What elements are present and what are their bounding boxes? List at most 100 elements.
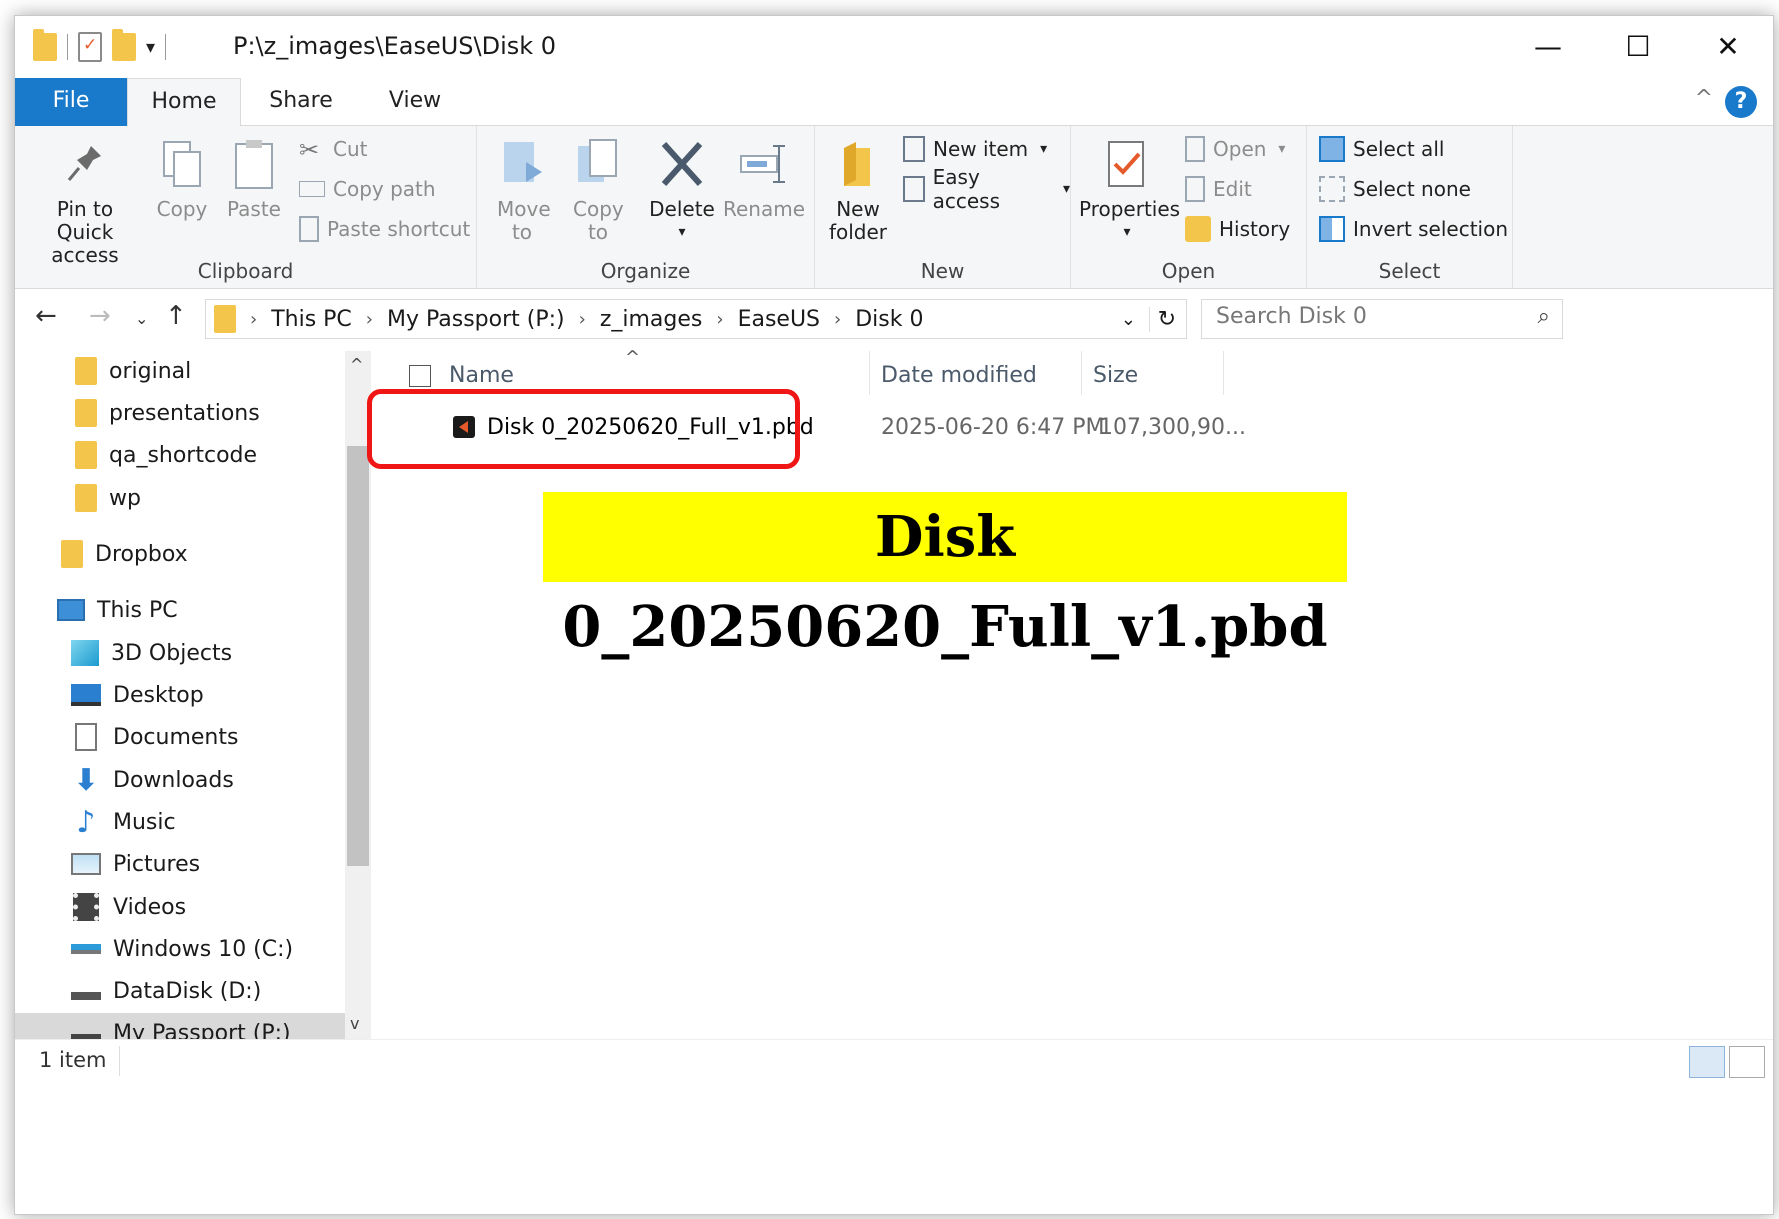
copy-button[interactable]: Copy — [149, 138, 215, 221]
open-group: Properties ▾ Open ▾ Edit History Open — [1071, 126, 1307, 289]
nav-item-music[interactable]: ♪ Music — [71, 802, 175, 842]
scrollbar-thumb[interactable] — [347, 446, 369, 866]
select-all-button[interactable]: Select all — [1319, 134, 1444, 164]
search-input[interactable]: Search Disk 0 ⌕ — [1201, 299, 1563, 339]
ribbon: Pin to Quick access Copy Paste ✂ Cut Cop… — [15, 126, 1773, 289]
column-header-size[interactable]: Size — [1093, 363, 1138, 388]
refresh-icon[interactable]: ↻ — [1148, 306, 1176, 332]
forward-arrow-icon[interactable]: → — [89, 301, 111, 331]
select-none-button[interactable]: Select none — [1319, 174, 1471, 204]
nav-item-label: wp — [109, 485, 141, 511]
chevron-down-icon: ▾ — [1123, 224, 1131, 240]
nav-item-qa-shortcode[interactable]: qa_shortcode — [75, 435, 257, 475]
paste-shortcut-button[interactable]: Paste shortcut — [299, 214, 470, 244]
column-header-date-modified[interactable]: Date modified — [881, 363, 1037, 388]
download-icon: ⬇ — [73, 762, 99, 798]
nav-item-original[interactable]: original — [75, 351, 191, 391]
column-header-name[interactable]: Name — [449, 363, 514, 388]
breadcrumb-disk-0[interactable]: Disk 0 — [855, 307, 923, 332]
folder-icon — [75, 484, 97, 512]
properties-button[interactable]: Properties ▾ — [1079, 138, 1180, 244]
paste-button[interactable]: Paste — [221, 138, 287, 221]
edit-icon — [1185, 176, 1205, 202]
new-folder-button[interactable]: New folder — [821, 138, 895, 244]
history-label: History — [1219, 217, 1291, 241]
nav-item-videos[interactable]: Videos — [71, 887, 186, 927]
highlight-annotation — [367, 389, 800, 469]
new-folder-icon[interactable] — [112, 29, 136, 61]
nav-item-desktop[interactable]: Desktop — [71, 675, 204, 715]
chevron-down-icon[interactable]: v — [350, 1014, 359, 1033]
chevron-down-icon: ▾ — [1040, 141, 1048, 157]
column-divider[interactable] — [1081, 351, 1082, 395]
copy-to-button[interactable]: Copy to — [565, 138, 631, 244]
organize-group: Move to Copy to Delete ▾ Rename Organize — [477, 126, 815, 289]
open-button[interactable]: Open ▾ — [1185, 134, 1285, 164]
pin-to-quick-access-button[interactable]: Pin to Quick access — [23, 138, 147, 267]
back-arrow-icon[interactable]: ← — [35, 301, 57, 331]
tab-file[interactable]: File — [15, 78, 127, 126]
select-all-checkbox[interactable] — [409, 365, 431, 387]
breadcrumb-this-pc[interactable]: This PC — [271, 307, 352, 332]
address-bar[interactable]: › This PC › My Passport (P:) › z_images … — [205, 299, 1187, 339]
nav-item-dropbox[interactable]: Dropbox — [61, 534, 188, 574]
large-icons-view-icon[interactable] — [1729, 1046, 1765, 1078]
collapse-ribbon-icon[interactable]: ^ — [1695, 86, 1713, 111]
copy-path-button[interactable]: Copy path — [299, 174, 436, 204]
breadcrumb-z-images[interactable]: z_images — [600, 307, 703, 332]
new-item-icon — [903, 136, 925, 162]
nav-item-label: Windows 10 (C:) — [113, 936, 294, 962]
tab-share[interactable]: Share — [253, 78, 349, 126]
up-arrow-icon[interactable]: ↑ — [165, 301, 187, 331]
chevron-down-icon: ▾ — [678, 224, 686, 240]
breadcrumb-easeus[interactable]: EaseUS — [738, 307, 820, 332]
tab-home[interactable]: Home — [127, 78, 241, 127]
close-button[interactable]: ✕ — [1683, 24, 1773, 68]
nav-item-3d-objects[interactable]: 3D Objects — [71, 633, 232, 673]
invert-selection-button[interactable]: Invert selection — [1319, 214, 1508, 244]
customize-toolbar-icon[interactable]: ▾ — [146, 37, 155, 58]
move-to-button[interactable]: Move to — [491, 138, 553, 244]
nav-item-windows-10-c[interactable]: Windows 10 (C:) — [71, 929, 293, 969]
nav-item-wp[interactable]: wp — [75, 478, 141, 518]
easy-access-button[interactable]: Easy access ▾ — [903, 165, 1070, 213]
rename-button[interactable]: Rename — [723, 138, 805, 221]
film-icon — [73, 893, 99, 921]
properties-icon[interactable] — [78, 32, 102, 62]
delete-x-icon — [658, 138, 706, 190]
chevron-down-icon[interactable]: ⌄ — [1121, 309, 1136, 330]
column-divider[interactable] — [1223, 351, 1224, 395]
nav-item-pictures[interactable]: Pictures — [71, 844, 200, 884]
nav-item-downloads[interactable]: ⬇ Downloads — [71, 760, 233, 800]
nav-item-datadisk-d[interactable]: DataDisk (D:) — [71, 971, 261, 1011]
edit-button[interactable]: Edit — [1185, 174, 1252, 204]
nav-item-my-passport-p[interactable]: My Passport (P:) — [15, 1013, 345, 1039]
history-button[interactable]: History — [1185, 214, 1290, 244]
chevron-up-icon[interactable]: ^ — [350, 355, 363, 374]
minimize-button[interactable]: — — [1503, 24, 1593, 68]
nav-item-presentations[interactable]: presentations — [75, 393, 260, 433]
move-to-label: Move to — [497, 197, 551, 244]
recent-locations-icon[interactable]: ⌄ — [135, 309, 148, 328]
breadcrumb-my-passport[interactable]: My Passport (P:) — [387, 307, 565, 332]
nav-item-documents[interactable]: Documents — [71, 717, 238, 757]
scissors-icon: ✂ — [299, 136, 320, 164]
organize-group-label: Organize — [600, 259, 691, 283]
new-item-button[interactable]: New item ▾ — [903, 134, 1047, 164]
tab-view[interactable]: View — [373, 78, 457, 126]
details-view-icon[interactable] — [1689, 1046, 1725, 1078]
select-all-label: Select all — [1353, 137, 1445, 161]
open-icon — [1185, 136, 1205, 162]
delete-button[interactable]: Delete ▾ — [649, 138, 715, 244]
maximize-button[interactable]: ☐ — [1593, 24, 1683, 68]
nav-item-label: Desktop — [113, 682, 204, 708]
cut-button[interactable]: ✂ Cut — [299, 134, 367, 164]
divider — [67, 34, 68, 60]
help-icon[interactable]: ? — [1725, 86, 1757, 118]
column-divider[interactable] — [869, 351, 870, 395]
select-none-label: Select none — [1353, 177, 1471, 201]
cube-icon — [71, 640, 99, 666]
nav-item-label: Videos — [113, 894, 187, 920]
nav-item-this-pc[interactable]: This PC — [57, 590, 178, 630]
easy-access-icon — [903, 176, 925, 202]
